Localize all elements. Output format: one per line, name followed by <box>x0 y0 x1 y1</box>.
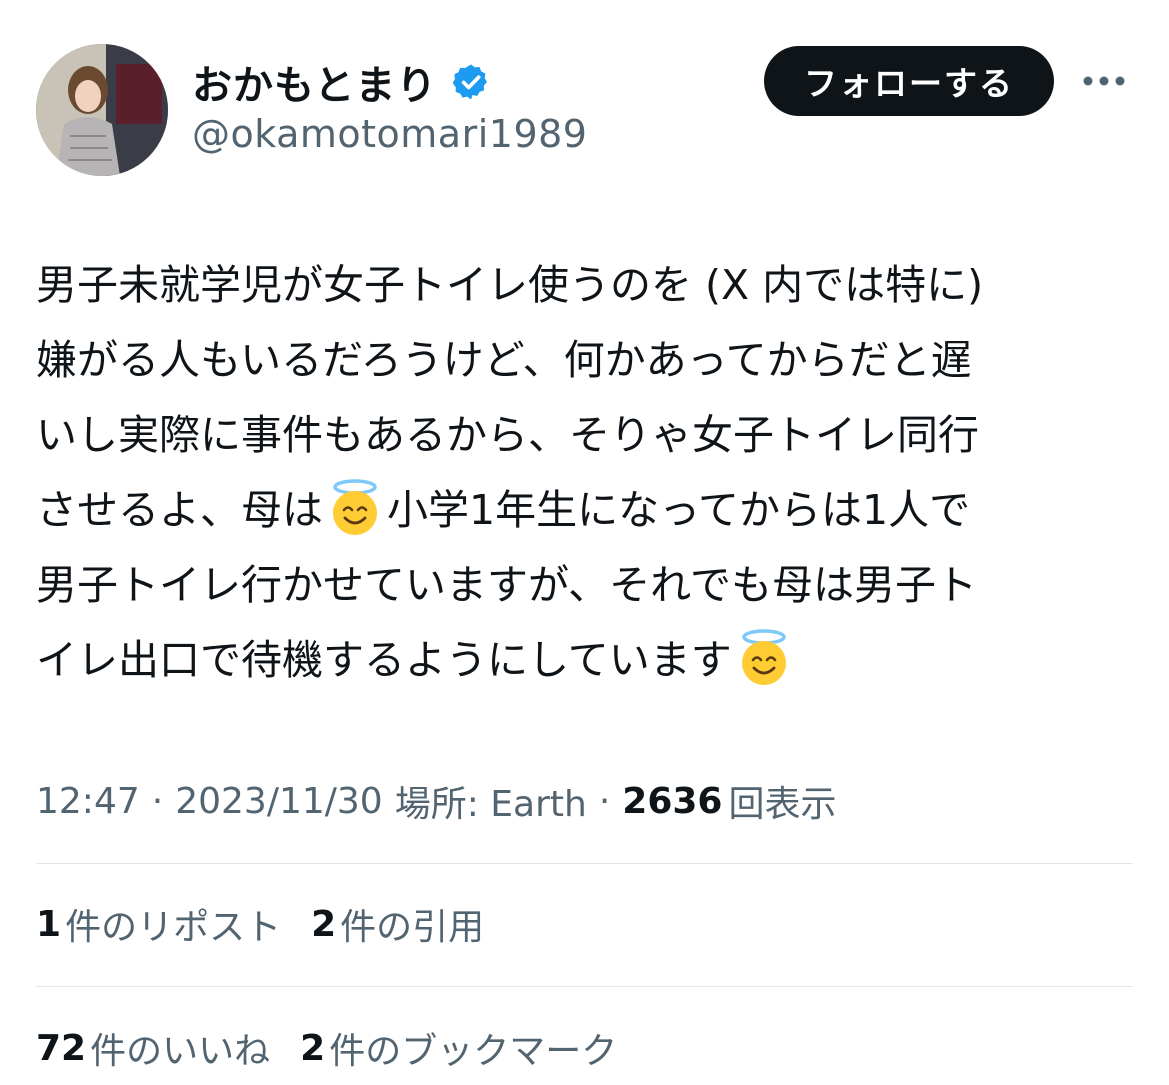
smiling-face-with-halo-icon <box>734 628 794 688</box>
reposts-label: 件のリポスト <box>65 907 282 948</box>
tweet-line: いし実際に事件もあるから、そりゃ女子トイレ同行 <box>36 398 1136 473</box>
avatar-photo <box>36 44 168 176</box>
smiling-face-with-halo-icon <box>325 478 385 538</box>
meta-separator: · <box>598 780 611 822</box>
tweet-text-segment: させるよ、母は <box>36 486 323 534</box>
bookmarks-label: 件のブックマーク <box>329 1031 618 1072</box>
user-handle[interactable]: @okamotomari1989 <box>192 112 587 156</box>
display-name[interactable]: おかもとまり <box>192 53 437 111</box>
engagement-row: 72 件のいいね 2 件のブックマーク <box>36 1017 647 1079</box>
quotes-count: 2 <box>311 903 337 945</box>
tweet-text-segment: 嫌がる人もいるだろうけど、何かあってからだと遅 <box>36 336 972 384</box>
tweet-line: イレ出口で待機するようにしています <box>36 623 1136 698</box>
tweet-text-segment: 男子未就学児が女子トイレ使うのを (X 内では特に) <box>36 261 984 309</box>
avatar[interactable] <box>36 44 168 176</box>
reposts-count: 1 <box>36 903 62 945</box>
reposts-stat[interactable]: 1 件のリポスト <box>36 898 281 950</box>
likes-count: 72 <box>36 1027 87 1069</box>
bookmarks-count: 2 <box>300 1027 326 1069</box>
tweet-date[interactable]: 2023/11/30 <box>175 781 383 822</box>
follow-button[interactable]: フォローする <box>764 46 1054 116</box>
bookmarks-stat[interactable]: 2 件のブックマーク <box>300 1022 617 1074</box>
tweet-meta: 12:47 · 2023/11/30 場所: Earth · 2636 回表示 <box>36 770 837 832</box>
tweet-text-segment: いし実際に事件もあるから、そりゃ女子トイレ同行 <box>36 411 979 459</box>
quotes-stat[interactable]: 2 件の引用 <box>311 898 484 950</box>
tweet-text-segment: 男子トイレ行かせていますが、それでも母は男子ト <box>36 561 977 609</box>
views-count: 2636 <box>622 780 723 822</box>
views-label: 回表示 <box>728 784 837 825</box>
tweet-text-segment: 小学1年生になってからは1人で <box>387 486 971 534</box>
divider <box>36 986 1133 987</box>
verified-badge-icon[interactable] <box>451 62 491 102</box>
meta-separator: · <box>151 780 164 822</box>
tweet-text: 男子未就学児が女子トイレ使うのを (X 内では特に) 嫌がる人もいるだろうけど、… <box>36 248 1136 698</box>
tweet-location: 場所: Earth <box>394 784 587 825</box>
tweet-line: 嫌がる人もいるだろうけど、何かあってからだと遅 <box>36 323 1136 398</box>
tweet-text-segment: イレ出口で待機するようにしています <box>36 636 732 684</box>
tweet-line: 男子未就学児が女子トイレ使うのを (X 内では特に) <box>36 248 1136 323</box>
quotes-label: 件の引用 <box>340 907 485 948</box>
engagement-row: 1 件のリポスト 2 件の引用 <box>36 893 514 955</box>
more-options-icon[interactable] <box>1082 64 1126 98</box>
divider <box>36 863 1133 864</box>
likes-stat[interactable]: 72 件のいいね <box>36 1022 270 1074</box>
tweet-line: させるよ、母は 小学1年生になってからは1人で <box>36 473 1136 548</box>
likes-label: 件のいいね <box>90 1031 271 1072</box>
tweet-time[interactable]: 12:47 <box>36 781 140 822</box>
tweet-line: 男子トイレ行かせていますが、それでも母は男子ト <box>36 548 1136 623</box>
